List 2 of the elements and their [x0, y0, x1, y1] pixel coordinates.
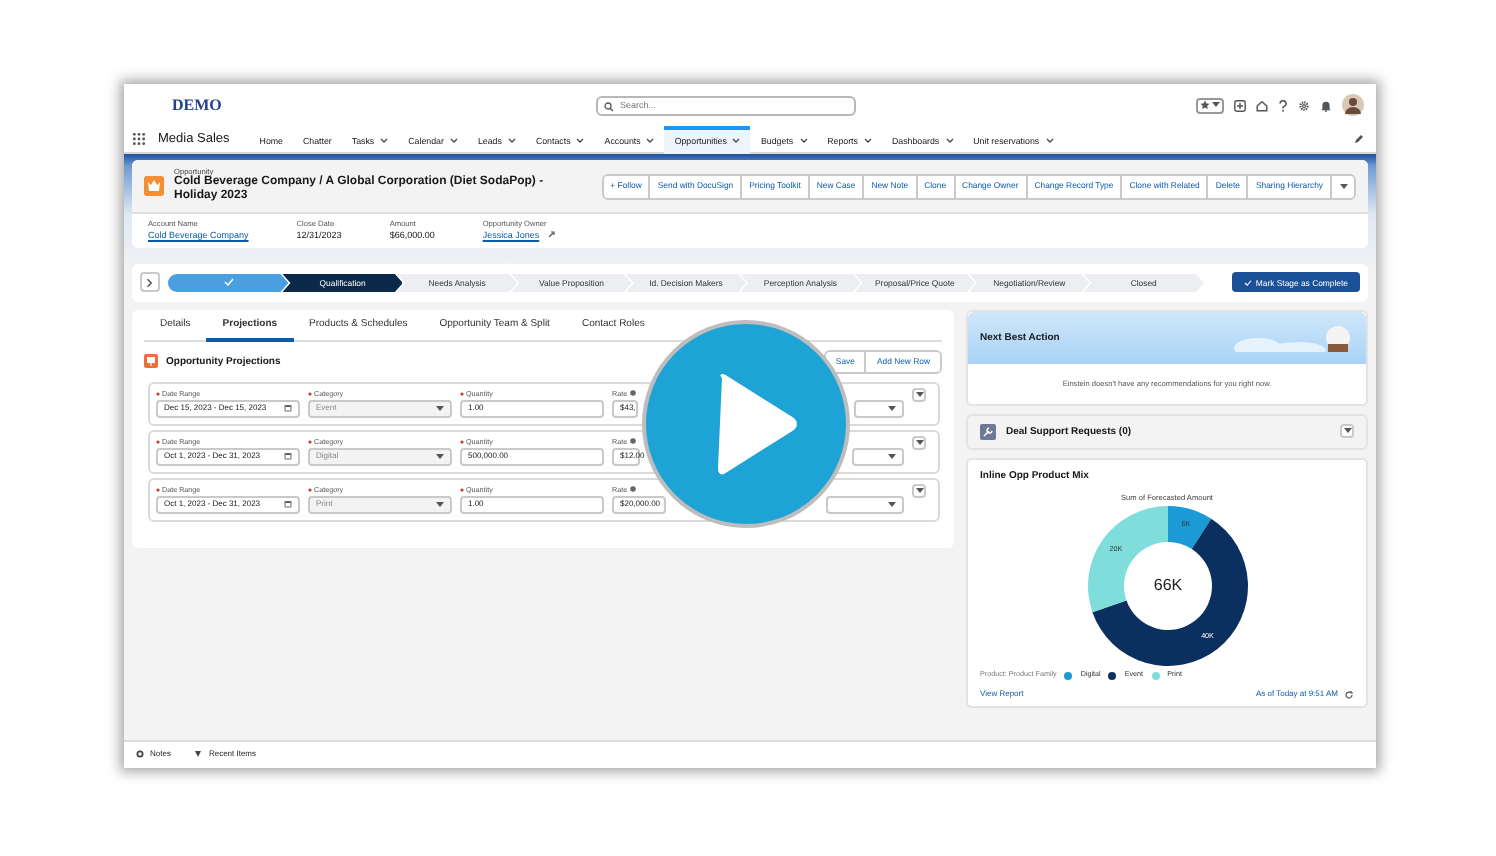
logo-text: DEMO [172, 95, 222, 114]
chart-total: 66K [1152, 577, 1182, 596]
